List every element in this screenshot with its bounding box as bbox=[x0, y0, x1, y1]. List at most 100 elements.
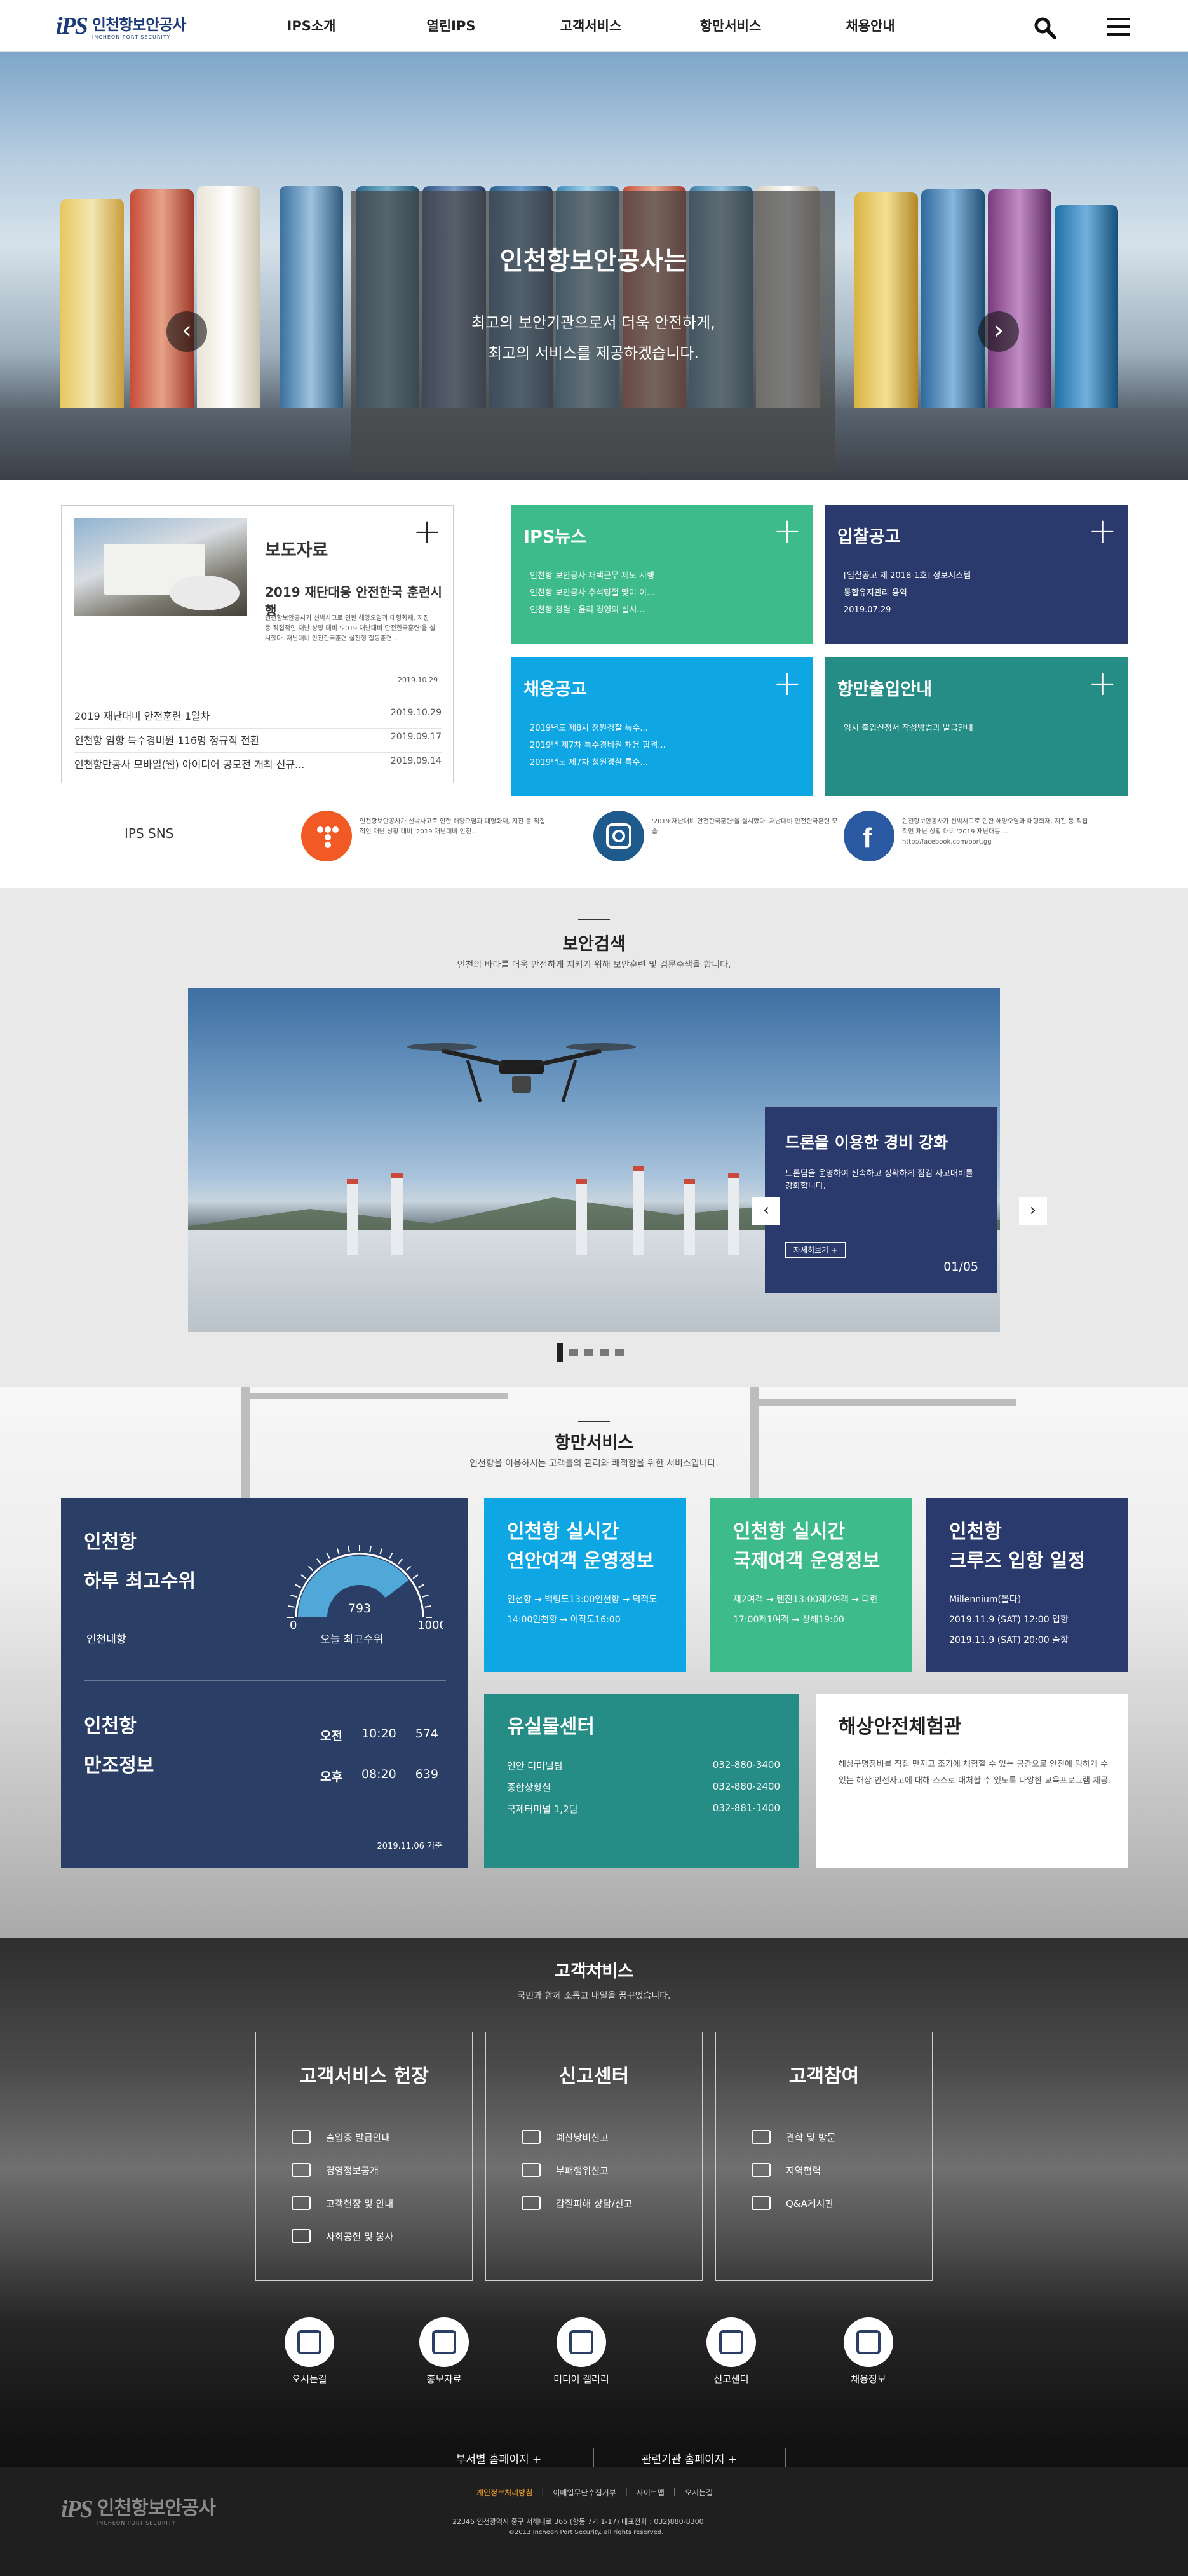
cs-link[interactable]: 갑질피해 상담/신고 bbox=[522, 2196, 632, 2210]
footer-menu: 개인정보처리방침 | 이메일무단수집거부 | 사이트맵 | 오시는길 bbox=[476, 2487, 713, 2498]
gauge-value: 793 bbox=[348, 1602, 371, 1615]
ips-news-item[interactable]: 인천항 보안공사 추석명절 맞이 이... bbox=[530, 584, 654, 602]
lost-and-found-card[interactable]: 유실물센터 연안 터미널팀 032-880-3400 종합상황실 032-880-2… bbox=[484, 1694, 799, 1868]
bid-notice-more-button[interactable]: + bbox=[1088, 514, 1117, 548]
ips-news-card[interactable]: IPS뉴스 + 인천항 보안공사 재택근무 제도 시행 인천항 보안공사 추석명… bbox=[511, 505, 813, 644]
nav-item-recruit[interactable]: 채용안내 bbox=[800, 0, 940, 52]
bid-notice-item[interactable]: 통합유지관리 용역 bbox=[844, 584, 971, 602]
instagram-icon[interactable] bbox=[593, 811, 644, 861]
ips-news-more-button[interactable]: + bbox=[773, 514, 802, 548]
recruit-notice-item[interactable]: 2019년도 제8차 청원경찰 특수... bbox=[530, 720, 666, 737]
cs-box-title: 고객참여 bbox=[788, 2065, 860, 2087]
international-ferry-line: 17:00제1여객 → 상해19:00 bbox=[733, 1615, 844, 1625]
press-list-item[interactable]: 인천항만공사 모바일(웹) 아이디어 공모전 개최 신규... 2019.09.1… bbox=[74, 756, 442, 776]
nav-item-customer-service[interactable]: 고객서비스 bbox=[521, 0, 661, 52]
cs-link[interactable]: 견학 및 방문 bbox=[752, 2130, 836, 2144]
quick-link-directions[interactable]: 오시는길 bbox=[274, 2317, 344, 2385]
port-entry-card[interactable]: 항만출입안내 + 임시 출입신청서 작성방법과 발급안내 bbox=[825, 657, 1128, 796]
cs-link[interactable]: 지역협력 bbox=[752, 2163, 821, 2177]
money-icon bbox=[522, 2130, 541, 2144]
customer-service-title: 고객서비스 bbox=[554, 1962, 634, 1981]
privacy-policy-link[interactable]: 개인정보처리방침 bbox=[476, 2487, 532, 2498]
search-icon[interactable] bbox=[1032, 15, 1058, 41]
press-more-button[interactable]: + bbox=[413, 515, 442, 549]
facebook-icon[interactable]: f bbox=[844, 811, 894, 861]
domestic-ferry-line: 인천항 → 백령도13:00인천항 → 덕적도 bbox=[507, 1595, 658, 1605]
email-policy-link[interactable]: 이메일무단수집거부 bbox=[553, 2487, 616, 2498]
security-prev-button[interactable]: ‹ bbox=[752, 1197, 780, 1225]
cs-box-participation: 고객참여 견학 및 방문 지역협력 Q&A게시판 bbox=[715, 2032, 933, 2281]
cruise-title-2: 크루즈 입항 일정 bbox=[949, 1550, 1086, 1572]
hero-prev-button[interactable]: ‹ bbox=[166, 311, 207, 352]
sns-label: IPS SNS bbox=[125, 826, 174, 841]
cs-link[interactable]: 예산낭비신고 bbox=[522, 2130, 609, 2144]
nav-item-open-ips[interactable]: 열린IPS bbox=[381, 0, 521, 52]
press-photo[interactable] bbox=[74, 518, 247, 616]
recruit-notice-card[interactable]: 채용공고 + 2019년도 제8차 청원경찰 특수... 2019년 제7차 특… bbox=[511, 657, 813, 796]
department-sites-link[interactable]: 부서별 홈페이지 + bbox=[416, 2450, 581, 2466]
cs-link[interactable]: 경영정보공개 bbox=[292, 2163, 379, 2177]
recruit-notice-item[interactable]: 2019년도 제7차 청원경찰 특수... bbox=[530, 754, 666, 771]
directions-link[interactable]: 오시는길 bbox=[685, 2487, 713, 2498]
logo-mark: iPS bbox=[56, 13, 88, 39]
port-entry-item[interactable]: 임시 출입신청서 작성방법과 발급안내 bbox=[844, 720, 973, 737]
quick-link-media-gallery[interactable]: 미디어 갤러리 bbox=[546, 2317, 616, 2385]
bid-notice-card[interactable]: 입찰공고 + [입찰공고 제 2018-1호] 정보시스템 통합유지관리 용역 … bbox=[825, 505, 1128, 644]
document-icon bbox=[292, 2163, 311, 2177]
quick-link-recruit[interactable]: 채용정보 bbox=[834, 2317, 903, 2385]
sns-post-text[interactable]: 인천항보안공사가 선박사고로 인한 해양오염과 대형화재, 지진 등 직접적인 … bbox=[360, 817, 550, 837]
cs-link[interactable]: 출입증 발급안내 bbox=[292, 2130, 390, 2144]
security-slide-panel: 드론을 이용한 경비 강화 드론팀을 운영하여 신속하고 정확하게 점검 사고대… bbox=[765, 1107, 997, 1293]
recruit-notice-more-button[interactable]: + bbox=[773, 666, 802, 701]
security-next-button[interactable]: › bbox=[1019, 1197, 1047, 1225]
international-ferry-line: 제2여객 → 텐진13:00제2여객 → 다롄 bbox=[733, 1595, 879, 1605]
hero-subtitle-2: 최고의 서비스를 제공하겠습니다. bbox=[487, 344, 699, 362]
hamburger-menu-icon[interactable] bbox=[1107, 18, 1130, 37]
ips-news-title: IPS뉴스 bbox=[523, 527, 586, 547]
security-dot[interactable] bbox=[584, 1349, 593, 1356]
port-service-subtitle: 인천항을 이용하시는 고객들의 편리와 쾌적함을 위한 서비스입니다. bbox=[469, 1459, 719, 1469]
cruise-schedule-card[interactable]: 인천항 크루즈 입항 일정 Millennium(몰타) 2019.11.9 (… bbox=[926, 1498, 1128, 1672]
high-tide-row-pm: 오후 08:20 639 bbox=[320, 1767, 438, 1784]
sns-post-text[interactable]: 인천항보안공사가 선박사고로 인한 해양오염과 대형화재, 지진 등 직접적인 … bbox=[902, 817, 1093, 847]
cs-link[interactable]: 사회공헌 및 봉사 bbox=[292, 2229, 393, 2243]
tide-level-card[interactable]: 인천항 하루 최고수위 793 0 1000 인천내항 오늘 최고수위 인천항 … bbox=[61, 1498, 468, 1868]
nav-item-port-service[interactable]: 항만서비스 bbox=[661, 0, 800, 52]
hero-next-button[interactable]: › bbox=[978, 311, 1019, 352]
security-dot[interactable] bbox=[557, 1343, 563, 1362]
site-logo[interactable]: iPS 인천항보안공사 INCHEON PORT SECURITY bbox=[56, 10, 186, 42]
recruit-notice-item[interactable]: 2019년 제7차 특수경비원 채용 합격... bbox=[530, 737, 666, 754]
footer-family-links: 부서별 홈페이지 + 관련기관 홈페이지 + bbox=[0, 2448, 1188, 2467]
security-dot[interactable] bbox=[615, 1349, 624, 1356]
security-more-button[interactable]: 자세히보기 + bbox=[785, 1242, 846, 1258]
ips-news-item[interactable]: 인천항 청렴 · 윤리 경영의 실시... bbox=[530, 602, 654, 619]
security-subtitle: 인천의 바다를 더욱 안전하게 지키기 위해 보안훈련 및 검문수색을 합니다. bbox=[457, 960, 731, 970]
twitter-icon[interactable] bbox=[301, 811, 352, 861]
bid-notice-date: 2019.07.29 bbox=[844, 605, 891, 615]
monitor-icon bbox=[292, 2196, 311, 2210]
marine-safety-card[interactable]: 해상안전체험관 해상구명장비를 직접 만지고 조기에 체험할 수 있는 공간으로… bbox=[816, 1694, 1128, 1868]
sitemap-link[interactable]: 사이트맵 bbox=[637, 2487, 665, 2498]
press-list-item[interactable]: 2019 재난대비 안전훈련 1일차 2019.10.29 bbox=[74, 708, 442, 729]
cs-link[interactable]: Q&A게시판 bbox=[752, 2196, 834, 2210]
security-dot[interactable] bbox=[569, 1349, 578, 1356]
security-dot[interactable] bbox=[600, 1349, 609, 1356]
tide-location: 인천내항 bbox=[86, 1633, 126, 1646]
quick-link-report-center[interactable]: 신고센터 bbox=[696, 2317, 766, 2385]
quick-link-pr[interactable]: 홍보자료 bbox=[409, 2317, 479, 2385]
related-sites-link[interactable]: 관련기관 홈페이지 + bbox=[607, 2450, 772, 2466]
nav-item-ips-intro[interactable]: IPS소개 bbox=[241, 0, 381, 52]
sns-post-text[interactable]: '2019 재난대비 안전한국훈련'을 실시했다. 재난대비 안전한국훈련 모습 bbox=[652, 817, 842, 837]
cs-box-charter: 고객서비스 헌장 출입증 발급안내 경영정보공개 고객헌장 및 안내 사회공헌 … bbox=[255, 2032, 473, 2281]
cs-link[interactable]: 부패행위신고 bbox=[522, 2163, 609, 2177]
ips-news-item[interactable]: 인천항 보안공사 재택근무 제도 시행 bbox=[530, 567, 654, 584]
hero-subtitle-1: 최고의 보안기관으로서 더욱 안전하게, bbox=[471, 314, 715, 332]
port-entry-more-button[interactable]: + bbox=[1088, 666, 1117, 701]
domestic-ferry-card[interactable]: 인천항 실시간 연안여객 운영정보 인천항 → 백령도13:00인천항 → 덕적… bbox=[484, 1498, 686, 1672]
tide-gauge: 793 0 1000 bbox=[287, 1545, 443, 1630]
press-list-item[interactable]: 인천항 임항 특수경비원 116명 정규직 전환 2019.09.17 bbox=[74, 732, 442, 753]
international-ferry-card[interactable]: 인천항 실시간 국제여객 운영정보 제2여객 → 텐진13:00제2여객 → 다… bbox=[710, 1498, 912, 1672]
bid-notice-item[interactable]: [입찰공고 제 2018-1호] 정보시스템 bbox=[844, 567, 971, 584]
footer-logo: iPS 인천항보안공사 INCHEON PORT SECURITY bbox=[61, 2495, 216, 2526]
cs-link[interactable]: 고객헌장 및 안내 bbox=[292, 2196, 393, 2210]
